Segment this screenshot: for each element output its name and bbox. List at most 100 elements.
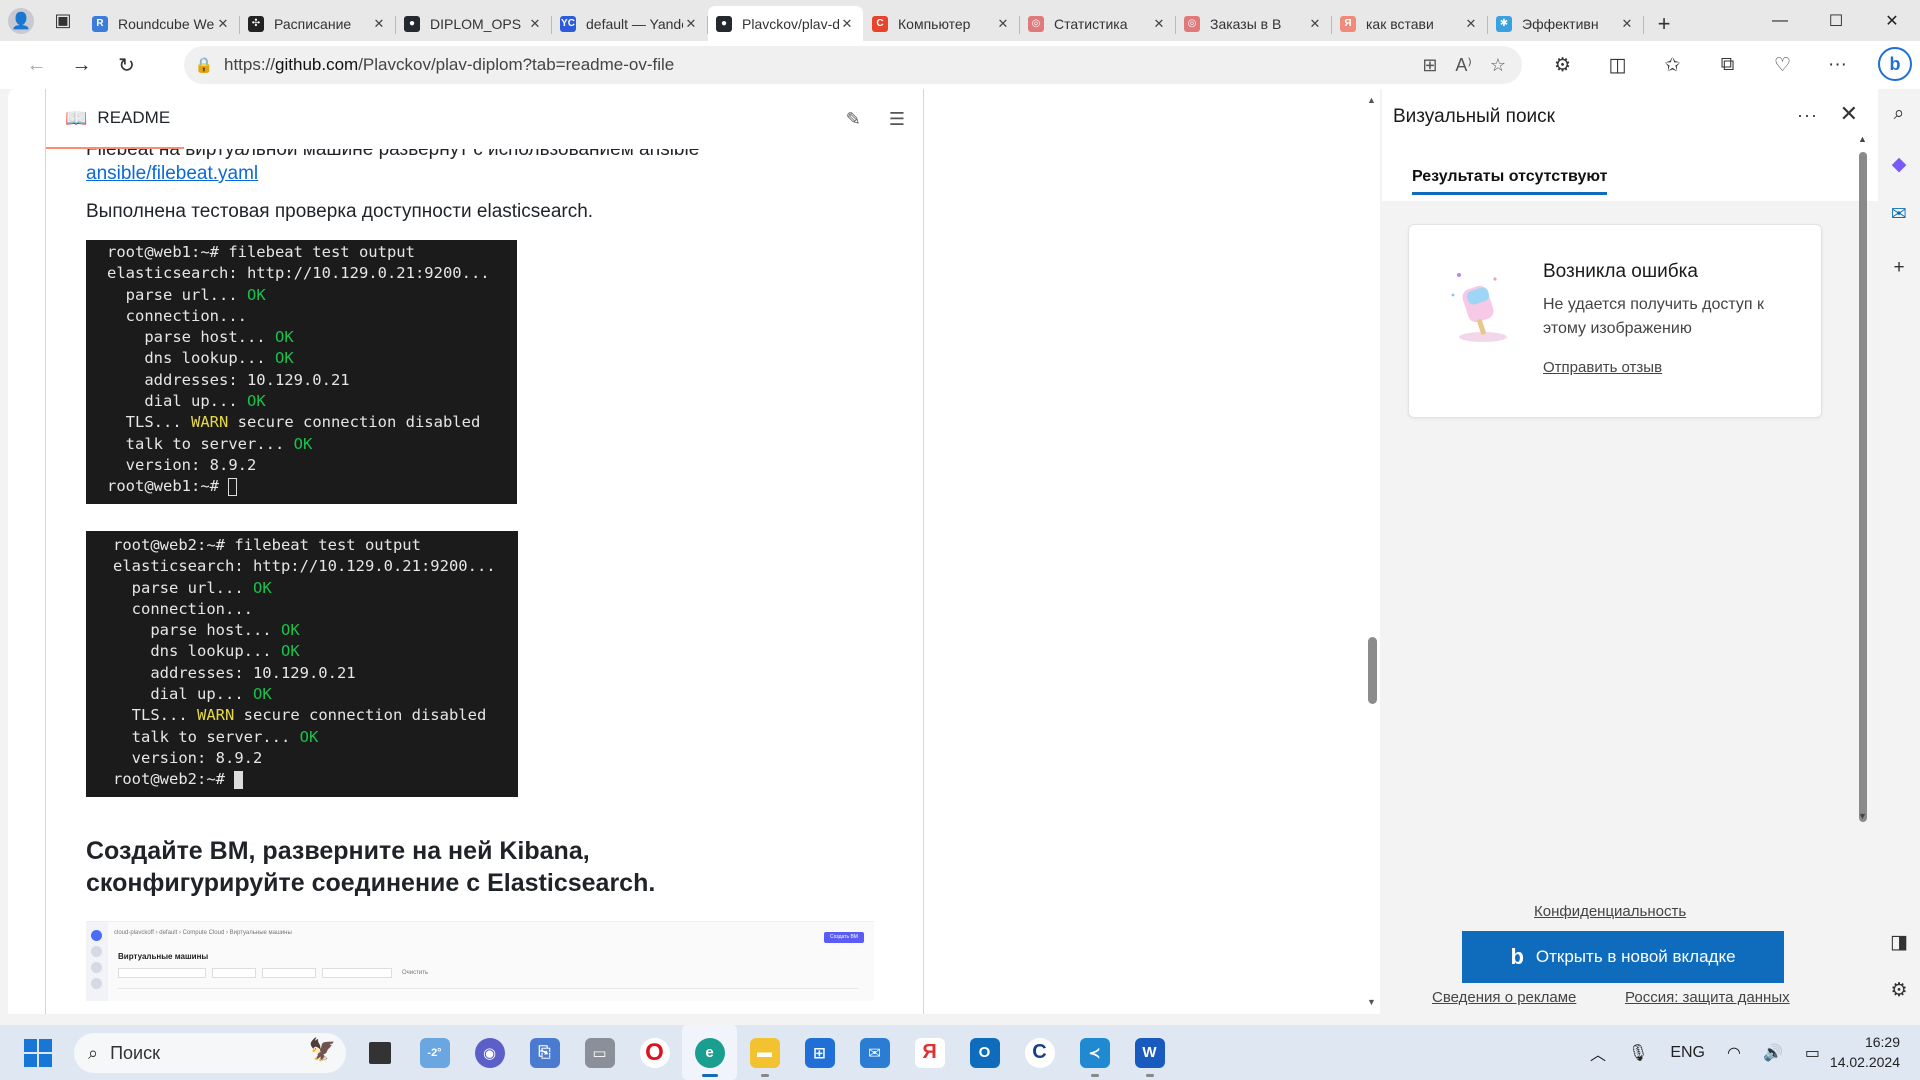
- teams-chat-button[interactable]: ◉: [462, 1025, 517, 1080]
- tab-close-icon[interactable]: ✕: [839, 16, 855, 32]
- tab-no-results[interactable]: Результаты отсутствуют: [1412, 168, 1608, 195]
- outlook-button[interactable]: O: [957, 1025, 1012, 1080]
- input-language[interactable]: ENG: [1670, 1044, 1705, 1062]
- outline-list-icon[interactable]: ☰: [889, 109, 905, 130]
- refresh-icon: ↻: [118, 54, 135, 77]
- yandex-icon: Я: [914, 1037, 945, 1068]
- yandex-button[interactable]: Я: [902, 1025, 957, 1080]
- readme-tab[interactable]: 📖 README: [46, 89, 185, 149]
- opera-icon: O: [639, 1037, 670, 1068]
- close-window-button[interactable]: ✕: [1864, 0, 1920, 41]
- device-app-button[interactable]: ▭: [572, 1025, 627, 1080]
- tab-favicon-icon: ✱: [1496, 15, 1512, 32]
- close-panel-icon[interactable]: ✕: [1840, 101, 1858, 127]
- extensions-icon[interactable]: ⚙: [1535, 54, 1590, 77]
- edit-pencil-icon[interactable]: ✎: [846, 109, 861, 130]
- favorites-icon[interactable]: ✩: [1645, 54, 1700, 77]
- visual-search-results: Возникла ошибка Не удается получить дост…: [1382, 201, 1878, 978]
- tab-close-icon[interactable]: ✕: [1463, 16, 1479, 32]
- browser-tab[interactable]: Якак встави ✕: [1332, 6, 1488, 41]
- forward-button[interactable]: →: [59, 45, 104, 85]
- new-tab-button[interactable]: +: [1644, 6, 1684, 41]
- browser-tab[interactable]: ● Plavckov/plav-diplom✕: [708, 6, 863, 41]
- add-app-icon[interactable]: +: [1878, 257, 1920, 279]
- hide-sidebar-icon[interactable]: ◨: [1878, 931, 1920, 954]
- tab-close-icon[interactable]: ✕: [683, 16, 699, 32]
- panel-scrollbar[interactable]: ▲ ▼: [1858, 134, 1868, 822]
- copilot-app-icon[interactable]: ◆: [1878, 153, 1920, 176]
- page-scrollbar[interactable]: ▲ ▼: [1364, 89, 1380, 1014]
- term2-line-parse-host: parse host... OK: [113, 621, 300, 640]
- tab-close-icon[interactable]: ✕: [1151, 16, 1167, 32]
- tab-close-icon[interactable]: ✕: [1307, 16, 1323, 32]
- maximize-button[interactable]: ☐: [1808, 0, 1864, 41]
- mail-button[interactable]: ✉: [847, 1025, 902, 1080]
- remote-desktop-button[interactable]: ⎘: [517, 1025, 572, 1080]
- edge-button[interactable]: e: [682, 1025, 737, 1080]
- weather-widget[interactable]: -2°: [407, 1025, 462, 1080]
- mail-icon: ✉: [859, 1037, 890, 1068]
- page-scroll-thumb[interactable]: [1368, 637, 1377, 704]
- wifi-icon[interactable]: ◠: [1727, 1043, 1741, 1063]
- open-in-new-tab-button[interactable]: b Открыть в новой вкладке: [1462, 931, 1784, 983]
- browser-tab[interactable]: ✱ Эффективн ✕: [1488, 6, 1644, 41]
- tab-close-icon[interactable]: ✕: [1619, 16, 1635, 32]
- outlook-icon[interactable]: ✉: [1878, 203, 1920, 226]
- scroll-up-icon[interactable]: ▲: [1367, 95, 1376, 105]
- favorite-star-icon[interactable]: ☆: [1490, 55, 1506, 76]
- clock[interactable]: 16:29 14.02.2024: [1830, 1032, 1900, 1072]
- russia-data-protection-link[interactable]: Россия: защита данных: [1625, 989, 1790, 1006]
- scroll-down-icon[interactable]: ▼: [1367, 997, 1376, 1007]
- tab-actions-button[interactable]: ▣: [42, 0, 84, 41]
- tab-close-icon[interactable]: ✕: [527, 16, 543, 32]
- privacy-link[interactable]: Конфиденциальность: [1534, 903, 1686, 920]
- opera-button[interactable]: O: [627, 1025, 682, 1080]
- more-options-icon[interactable]: ···: [1797, 105, 1818, 126]
- back-button[interactable]: ←: [14, 45, 59, 85]
- browser-tab[interactable]: ◎ Заказы в В ✕: [1176, 6, 1332, 41]
- copilot-button[interactable]: b: [1878, 47, 1912, 81]
- tab-title: Эффективн: [1522, 15, 1599, 32]
- task-view-button[interactable]: [352, 1025, 407, 1080]
- minimize-button[interactable]: —: [1752, 0, 1808, 41]
- panel-scroll-thumb[interactable]: [1859, 152, 1867, 822]
- tab-close-icon[interactable]: ✕: [995, 16, 1011, 32]
- battery-icon[interactable]: ▭: [1805, 1043, 1820, 1063]
- collections-icon[interactable]: ⧉: [1700, 54, 1755, 76]
- file-explorer-button[interactable]: ▬: [737, 1025, 792, 1080]
- app-c-button[interactable]: C: [1012, 1025, 1067, 1080]
- browser-tab[interactable]: ✣ Расписание ✕: [240, 6, 396, 41]
- vscode-button[interactable]: ≺: [1067, 1025, 1122, 1080]
- filebeat-yaml-link[interactable]: ansible/filebeat.yaml: [86, 163, 258, 184]
- volume-icon[interactable]: 🔊: [1763, 1043, 1783, 1063]
- browser-tab[interactable]: ◎ Статистика ✕: [1020, 6, 1176, 41]
- tab-close-icon[interactable]: ✕: [215, 16, 231, 32]
- tab-close-icon[interactable]: ✕: [371, 16, 387, 32]
- show-hidden-icons-chevron-icon[interactable]: ︿: [1590, 1041, 1606, 1065]
- search-icon[interactable]: ⌕: [1878, 103, 1920, 125]
- refresh-button[interactable]: ↻: [104, 45, 149, 85]
- browser-tab[interactable]: YC default — Yandex✕: [552, 6, 708, 41]
- microphone-icon[interactable]: 🎙: [1628, 1043, 1648, 1063]
- browser-tab[interactable]: ● DIPLOM_OPS ✕: [396, 6, 552, 41]
- profile-button[interactable]: 👤: [0, 0, 42, 41]
- term1-line-parse-host: parse host... OK: [107, 328, 294, 347]
- start-button[interactable]: [24, 1039, 52, 1067]
- split-screen-icon[interactable]: ◫: [1590, 54, 1645, 77]
- browser-tab[interactable]: R Roundcube Webmail✕: [84, 6, 240, 41]
- address-bar[interactable]: 🔒 https://github.com/Plavckov/plav-diplo…: [184, 46, 1522, 84]
- browser-essentials-icon[interactable]: ♡: [1755, 54, 1810, 77]
- panel-scroll-down-icon[interactable]: ▼: [1858, 811, 1867, 821]
- store-button[interactable]: ⊞: [792, 1025, 847, 1080]
- panel-scroll-up-icon[interactable]: ▲: [1858, 134, 1867, 144]
- read-aloud-icon[interactable]: A⁾: [1455, 55, 1471, 76]
- browser-tab[interactable]: C Компьютер ✕: [864, 6, 1020, 41]
- send-feedback-link[interactable]: Отправить отзыв: [1543, 359, 1662, 376]
- taskbar-search[interactable]: ⌕ Поиск 🦅: [74, 1033, 346, 1073]
- ads-info-link[interactable]: Сведения о рекламе: [1432, 989, 1576, 1006]
- sidebar-settings-gear-icon[interactable]: ⚙: [1878, 979, 1920, 1002]
- word-button[interactable]: W: [1122, 1025, 1177, 1080]
- taskbar-search-label: Поиск: [110, 1042, 160, 1063]
- app-available-icon[interactable]: ⊞: [1422, 55, 1437, 76]
- settings-more-icon[interactable]: ···: [1810, 54, 1865, 76]
